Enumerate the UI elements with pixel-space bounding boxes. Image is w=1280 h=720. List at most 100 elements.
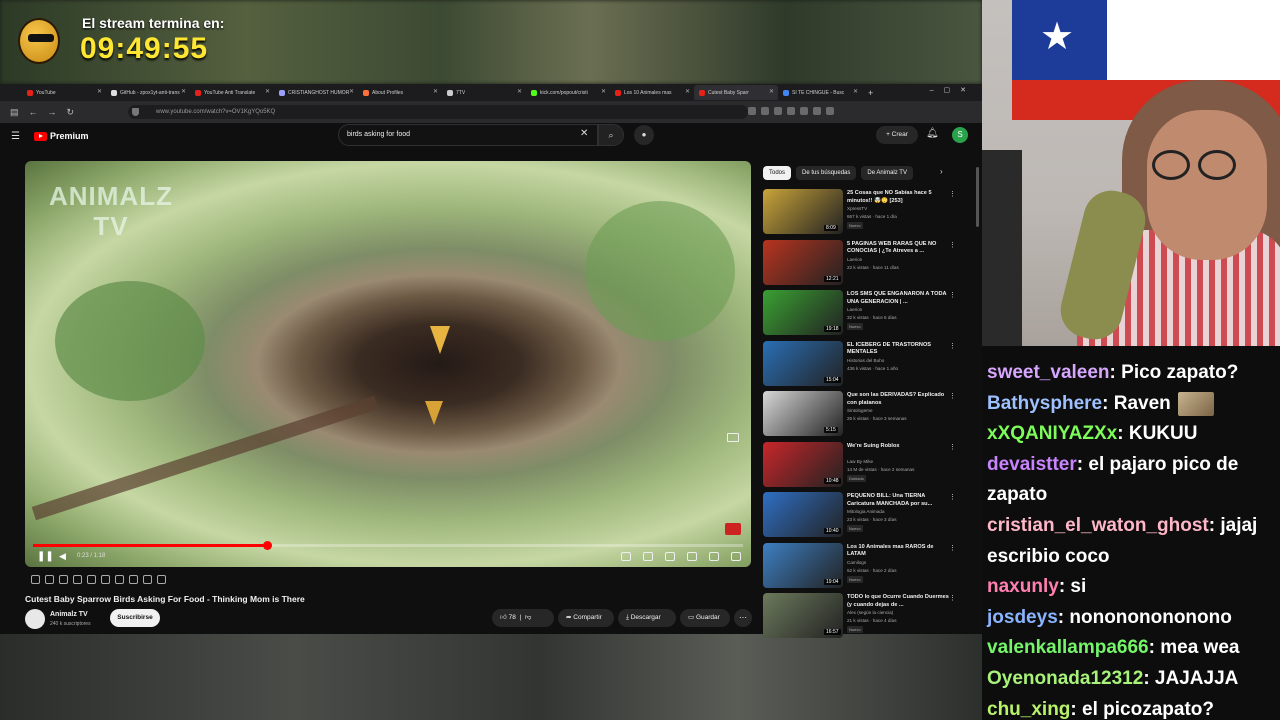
back-icon[interactable]: ← — [29, 107, 38, 117]
more-options-icon[interactable]: ⋮ — [949, 392, 956, 400]
miniplayer-icon[interactable] — [687, 552, 697, 561]
youtube-logo[interactable]: Premium — [34, 131, 89, 141]
menu-icon[interactable]: ☰ — [11, 131, 20, 142]
recommendation-item[interactable]: 15:04 EL ICEBERG DE TRASTORNOS MENTALES Hi… — [763, 340, 963, 392]
close-tab-icon[interactable]: ✕ — [349, 88, 354, 95]
create-button[interactable]: + Crear — [876, 126, 918, 144]
pause-icon[interactable]: ❚❚ — [37, 551, 54, 562]
more-options-icon[interactable]: ⋮ — [949, 594, 956, 602]
recommendation-channel[interactable]: Laerion — [847, 257, 862, 262]
more-options-icon[interactable]: ⋮ — [949, 190, 956, 198]
browser-tab[interactable]: kick.com/popout/cristi ✕ — [526, 85, 610, 100]
extension-icon[interactable] — [813, 107, 821, 115]
subscribe-button[interactable]: Suscribirse — [110, 609, 160, 627]
browser-tab[interactable]: 7TV ✕ — [442, 85, 526, 100]
scrollbar[interactable] — [976, 167, 979, 227]
more-actions-button[interactable]: ⋯ — [734, 609, 752, 627]
recommendation-title[interactable]: EL ICEBERG DE TRASTORNOS MENTALES — [847, 342, 949, 357]
recommendation-item[interactable]: 5:15 Que son las DERIVADAS? Explicado con… — [763, 391, 963, 442]
reload-icon[interactable]: ↻ — [67, 107, 75, 118]
subtitles-icon[interactable] — [643, 552, 653, 561]
recommendation-channel[interactable]: Camilogs — [847, 560, 866, 565]
clear-search-icon[interactable]: ✕ — [580, 128, 588, 139]
recommendation-item[interactable]: 10:40 PEQUEÑO BILL: Una TIERNA Caricatura… — [763, 492, 963, 543]
fullscreen-icon[interactable] — [731, 552, 741, 561]
chat-username[interactable]: devaistter — [987, 454, 1077, 475]
extension-icons[interactable] — [748, 107, 834, 115]
chat-username[interactable]: xXQANIYAZXx — [987, 423, 1117, 444]
recommendation-item[interactable]: 12:21 5 PAGINAS WEB RARAS QUE NO CONOCIAS… — [763, 239, 963, 291]
settings-icon[interactable] — [665, 552, 675, 561]
theater-mode-icon[interactable] — [709, 552, 719, 561]
window-icon[interactable] — [73, 575, 82, 584]
recommendation-item[interactable]: 19:04 Los 10 Animales mas RAROS de LATAM C… — [763, 542, 963, 594]
video-player[interactable]: ANIMALZ TV ❚❚ ◀︎ 0:23 / 1:18 — [25, 161, 751, 567]
save-button[interactable]: ▭ Guardar — [680, 609, 730, 627]
browser-tab[interactable]: SI TE CHINGUE - Busc ✕ — [778, 85, 862, 100]
more-options-icon[interactable]: ⋮ — [949, 443, 956, 451]
browser-tab[interactable]: YouTube Anti Translate ✕ — [190, 85, 274, 100]
close-tab-icon[interactable]: ✕ — [601, 88, 606, 95]
forward-icon[interactable]: → — [48, 107, 57, 117]
recommendation-title[interactable]: TODO lo que Ocurre Cuando Duermes (y cua… — [847, 594, 949, 609]
more-options-icon[interactable]: ⋮ — [949, 342, 956, 350]
chat-username[interactable]: cristian_el_waton_ghost — [987, 515, 1209, 536]
audio-icon[interactable] — [45, 575, 54, 584]
close-tab-icon[interactable]: ✕ — [517, 88, 522, 95]
download-button[interactable]: ⤓ Descargar — [618, 609, 676, 627]
sidebar-icon[interactable]: ▤ — [10, 107, 19, 118]
filter-chip[interactable]: De Animalz TV — [861, 166, 913, 180]
speed-icon[interactable] — [115, 575, 124, 584]
chat-username[interactable]: valenkallampa666 — [987, 637, 1149, 658]
recommendation-item[interactable]: 16:57 TODO lo que Ocurre Cuando Duermes (… — [763, 593, 963, 644]
window-controls[interactable]: –▢✕ — [930, 86, 976, 94]
subscribe-watermark-icon[interactable] — [725, 523, 741, 535]
recommendation-channel[interactable]: Mitologia Animada — [847, 509, 885, 514]
channel-name[interactable]: Animalz TV — [50, 611, 88, 618]
star-icon[interactable] — [826, 107, 834, 115]
chat-username[interactable]: naxunly — [987, 576, 1059, 597]
volume-icon[interactable]: ◀︎ — [59, 551, 66, 562]
close-tab-icon[interactable]: ✕ — [433, 88, 438, 95]
chat-username[interactable]: josdeys — [987, 607, 1058, 628]
frame-icon[interactable] — [87, 575, 96, 584]
recommendation-channel[interactable]: XpressTV — [847, 206, 867, 211]
autoplay-toggle-icon[interactable] — [621, 552, 631, 561]
copy-icon[interactable] — [59, 575, 68, 584]
recommendation-channel[interactable]: Sintologeme — [847, 408, 873, 413]
more-options-icon[interactable]: ⋮ — [949, 291, 956, 299]
chat-username[interactable]: chu_xing — [987, 699, 1070, 720]
new-tab-button[interactable]: + — [868, 88, 873, 98]
recommendation-item[interactable]: 10:48 We're Suing Roblox Law By Mike 14 M d… — [763, 441, 963, 493]
recommendation-title[interactable]: 5 PAGINAS WEB RARAS QUE NO CONOCIAS | ¿T… — [847, 241, 949, 256]
recommendation-channel[interactable]: Law By Mike — [847, 459, 873, 464]
recommendation-title[interactable]: Que son las DERIVADAS? Explicado con pla… — [847, 392, 949, 407]
close-tab-icon[interactable]: ✕ — [97, 88, 102, 95]
extension-icon[interactable] — [761, 107, 769, 115]
recommendation-channel[interactable]: Alex (según la ciencia) — [847, 610, 893, 615]
close-tab-icon[interactable]: ✕ — [685, 88, 690, 95]
chevron-right-icon[interactable]: › — [940, 167, 943, 176]
share-button[interactable]: ➦ Compartir — [558, 609, 614, 627]
voice-search-button[interactable]: ● — [634, 125, 654, 145]
more-options-icon[interactable]: ⋮ — [949, 544, 956, 552]
browser-tab[interactable]: Los 10 Animales mas ✕ — [610, 85, 694, 100]
recommendation-title[interactable]: Los 10 Animales mas RAROS de LATAM — [847, 544, 949, 559]
browser-tab[interactable]: GitHub - zpox1yt-anti-trans ✕ — [106, 85, 190, 100]
more-options-icon[interactable]: ⋮ — [949, 493, 956, 501]
extension-icon[interactable] — [787, 107, 795, 115]
url-field[interactable]: www.youtube.com/watch?v=OV1KgYQo5KQ — [128, 105, 748, 119]
filter-chip[interactable]: Todos — [763, 166, 792, 180]
loop-icon[interactable] — [31, 575, 40, 584]
close-tab-icon[interactable]: ✕ — [853, 88, 858, 95]
chat-username[interactable]: Bathysphere — [987, 393, 1102, 414]
pip-icon[interactable] — [727, 433, 739, 442]
extension-icon[interactable] — [748, 107, 756, 115]
extension-icon[interactable] — [774, 107, 782, 115]
chat-username[interactable]: sweet_valeen — [987, 362, 1110, 383]
channel-avatar[interactable] — [25, 609, 45, 629]
recommendation-title[interactable]: PEQUEÑO BILL: Una TIERNA Caricatura MANC… — [847, 493, 949, 508]
camera-icon[interactable] — [143, 575, 152, 584]
recommendation-title[interactable]: We're Suing Roblox — [847, 443, 949, 451]
browser-tab[interactable]: CRISTIANGHOST HUMOR ✕ — [274, 85, 358, 100]
